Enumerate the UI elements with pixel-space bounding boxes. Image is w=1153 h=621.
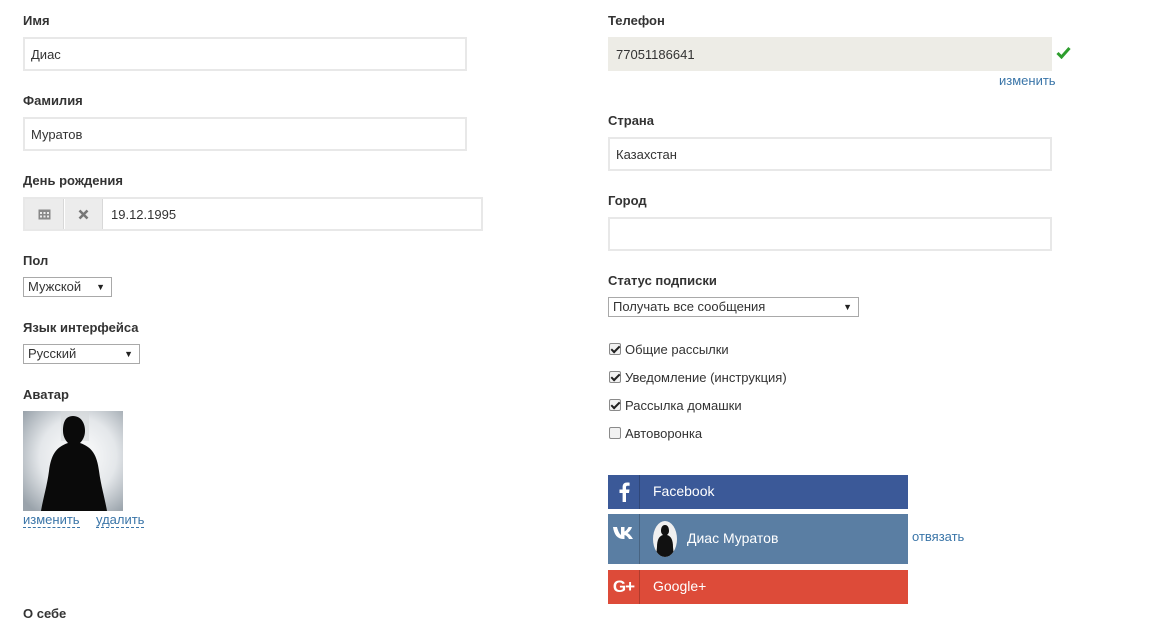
- city-input[interactable]: [608, 217, 1052, 251]
- close-icon: [78, 209, 89, 219]
- first-name-label: Имя: [23, 13, 50, 28]
- country-input[interactable]: [608, 137, 1052, 171]
- birthday-label: День рождения: [23, 173, 123, 188]
- checkbox-autofunnel[interactable]: [609, 427, 621, 439]
- language-select[interactable]: Русский ▼: [23, 344, 140, 364]
- subscription-selected: Получать все сообщения: [613, 299, 766, 314]
- google-plus-button[interactable]: G+ Google+: [608, 570, 908, 604]
- first-name-input[interactable]: [23, 37, 467, 71]
- gender-label: Пол: [23, 253, 49, 268]
- last-name-label: Фамилия: [23, 93, 83, 108]
- google-plus-label: Google+: [653, 578, 707, 594]
- checkbox-autofunnel-label: Автоворонка: [625, 426, 703, 441]
- avatar-label: Аватар: [23, 387, 69, 402]
- birthday-input[interactable]: [109, 199, 469, 229]
- checkbox-notification[interactable]: [609, 371, 621, 383]
- vk-icon-cell: [608, 514, 640, 564]
- language-label: Язык интерфейса: [23, 320, 139, 335]
- city-label: Город: [608, 193, 647, 208]
- checkbox-general[interactable]: [609, 343, 621, 355]
- facebook-button[interactable]: Facebook: [608, 475, 908, 509]
- clear-date-button[interactable]: [65, 199, 103, 229]
- google-plus-icon: G+: [612, 577, 635, 596]
- vk-unlink-link[interactable]: отвязать: [912, 529, 964, 544]
- checkbox-homework-label: Рассылка домашки: [625, 398, 742, 413]
- calendar-button[interactable]: [25, 199, 64, 229]
- avatar-change-link[interactable]: изменить: [23, 513, 80, 528]
- subscription-label: Статус подписки: [608, 273, 717, 288]
- birthday-field: [23, 197, 483, 231]
- country-label: Страна: [608, 113, 655, 128]
- vk-button[interactable]: Диас Муратов: [608, 514, 908, 564]
- subscription-select[interactable]: Получать все сообщения ▼: [608, 297, 859, 317]
- google-plus-icon-cell: G+: [608, 570, 640, 604]
- phone-label: Телефон: [608, 13, 665, 28]
- dropdown-arrow-icon: ▼: [843, 302, 852, 312]
- dropdown-arrow-icon: ▼: [96, 282, 105, 292]
- gender-select[interactable]: Мужской ▼: [23, 277, 112, 297]
- avatar-image: [23, 411, 123, 511]
- language-selected: Русский: [28, 346, 77, 361]
- vk-user-avatar: [653, 521, 677, 557]
- phone-input[interactable]: [608, 37, 1052, 71]
- facebook-label: Facebook: [653, 483, 715, 499]
- checkbox-general-label: Общие рассылки: [625, 342, 729, 357]
- about-label: О себе: [23, 606, 67, 621]
- checkbox-homework[interactable]: [609, 399, 621, 411]
- calendar-icon: [38, 209, 50, 220]
- avatar-delete-link[interactable]: удалить: [96, 513, 145, 528]
- phone-change-link[interactable]: изменить: [999, 73, 1056, 88]
- facebook-icon: [619, 482, 630, 502]
- verified-check-icon: [1056, 47, 1071, 59]
- dropdown-arrow-icon: ▼: [124, 349, 133, 359]
- checkbox-notification-label: Уведомление (инструкция): [625, 370, 787, 385]
- vk-user-name: Диас Муратов: [687, 530, 779, 546]
- last-name-input[interactable]: [23, 117, 467, 151]
- gender-selected: Мужской: [28, 279, 82, 294]
- vk-icon: [612, 527, 633, 539]
- facebook-icon-cell: [608, 475, 640, 509]
